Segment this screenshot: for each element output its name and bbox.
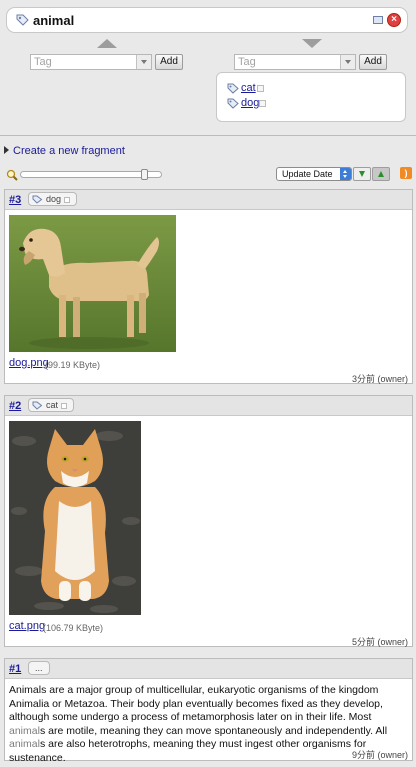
sort-selected-label: Update Date [282,169,333,179]
text-segment: s are motile, meaning they can move spon… [39,724,388,737]
card-meta: 3分前 (owner) [352,372,408,385]
right-tag-input[interactable]: Tag [234,54,356,70]
zoom-slider-thumb[interactable] [141,169,148,180]
left-tag-dropdown-icon[interactable] [136,55,151,69]
remove-tag-icon[interactable] [64,197,71,203]
arrow-up-icon [378,171,384,177]
tag-chip[interactable]: cat [28,398,75,412]
close-icon[interactable]: × [387,13,401,27]
zoom-icon [6,169,18,184]
fragment-card: #1 ... Animals are a major group of mult… [4,658,413,764]
filter-bar: animal × [6,7,408,33]
filter-title: animal [33,13,75,28]
tag-chip[interactable]: dog [28,192,78,206]
text-segment: s are also heterotrophs, meaning they mu… [9,738,367,764]
tag-link-dog[interactable]: dog [241,97,259,109]
tag-chip-label: ... [35,663,43,673]
dog-image[interactable] [9,215,176,352]
card-header: #2 cat [5,396,412,416]
rss-icon[interactable]: ) [400,167,412,179]
tag-icon [32,195,43,204]
owner-label: (owner) [377,637,408,647]
tag-icon [16,14,29,29]
tag-icon [227,83,239,94]
create-fragment-link[interactable]: Create a new fragment [13,145,125,157]
arrow-down-icon [359,171,365,177]
sort-descending-button[interactable] [353,167,371,181]
remove-tag-icon[interactable] [257,85,264,92]
tag-icon [32,401,43,410]
fragment-id-link[interactable]: #2 [9,400,21,412]
right-tag-placeholder: Tag [238,56,256,68]
owner-label: (owner) [377,374,408,384]
fragment-text: Animals are a major group of multicellul… [9,684,409,765]
expand-down-icon[interactable] [302,39,322,48]
sort-select[interactable]: Update Date [276,167,352,181]
tag-chip[interactable]: ... [28,661,50,675]
left-tag-input[interactable]: Tag [30,54,152,70]
file-link[interactable]: cat.png [9,620,45,632]
tag-chip-label: dog [46,194,62,204]
divider [0,135,416,136]
collapse-up-icon[interactable] [97,39,117,48]
remove-tag-icon[interactable] [61,403,68,409]
play-icon [4,146,9,154]
tag-icon [227,98,239,109]
file-link[interactable]: dog.png [9,357,49,369]
fragment-id-link[interactable]: #3 [9,194,21,206]
create-fragment: Create a new fragment [4,145,125,157]
updated-time: 3分前 [351,374,375,384]
fragment-card: #3 dog dog.png (99.19 KByte) 3分前 (owner) [4,189,413,384]
left-tag-placeholder: Tag [34,56,52,68]
updated-time: 9分前 [351,750,375,760]
updated-time: 5分前 [351,637,375,647]
highlighted-term: animal [9,724,40,737]
card-meta: 9分前 (owner) [352,748,408,761]
card-header: #3 dog [5,190,412,210]
owner-label: (owner) [377,750,408,760]
right-add-button[interactable]: Add [359,54,387,70]
cat-image[interactable] [9,421,141,615]
fragment-id-link[interactable]: #1 [9,663,21,675]
remove-tag-icon[interactable] [259,100,266,107]
left-add-button[interactable]: Add [155,54,183,70]
select-arrows-icon [340,168,351,180]
tag-chip-label: cat [46,400,59,410]
highlighted-term: animal [9,738,40,750]
right-tag-dropdown-icon[interactable] [340,55,355,69]
card-meta: 5分前 (owner) [352,635,408,648]
fragment-card: #2 cat cat.png (106.79 KByte) 5分前 (owner… [4,395,413,647]
sort-ascending-button[interactable] [372,167,390,181]
tag-link-cat[interactable]: cat [241,82,256,94]
file-size: (106.79 KByte) [43,623,104,633]
zoom-slider[interactable] [20,169,162,180]
tag-list-panel: cat dog [216,72,406,122]
text-segment: Animals are a major group of multicellul… [9,684,383,723]
file-size: (99.19 KByte) [45,360,101,370]
card-header: #1 ... [5,659,412,679]
options-icon[interactable] [373,16,383,24]
